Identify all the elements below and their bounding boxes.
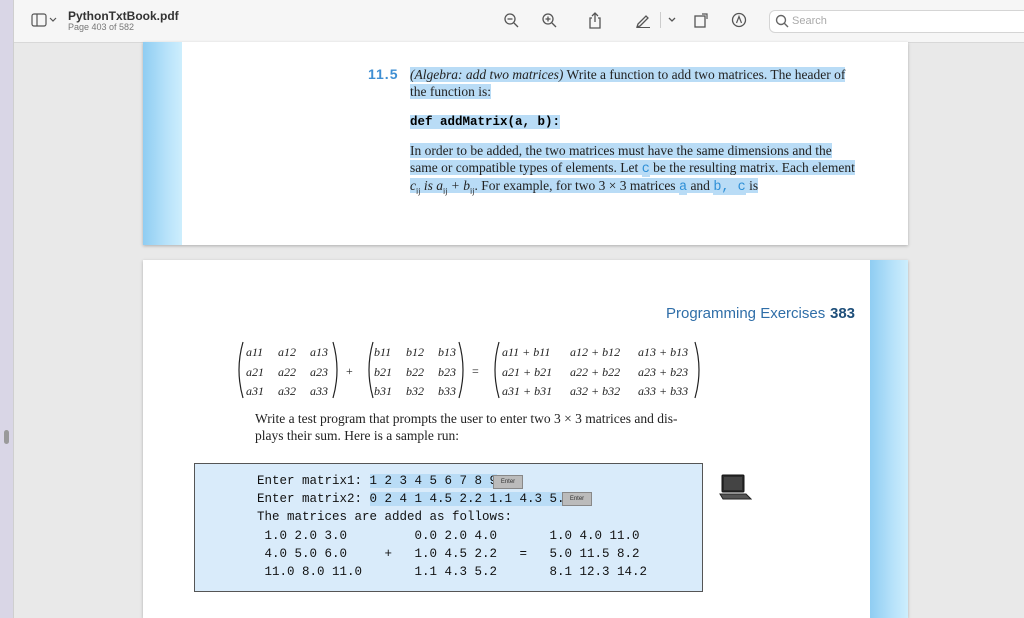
- plus-sign: +: [346, 364, 353, 378]
- exercise-paragraph-1: (Algebra: add two matrices) Write a func…: [410, 67, 860, 100]
- sidebar-edge: [0, 0, 14, 618]
- matrix-cell: b21: [374, 365, 392, 379]
- zoom-out-icon: [504, 13, 519, 28]
- matrix-cell: b31: [374, 384, 392, 398]
- matrix-cell: b11: [374, 345, 392, 359]
- matrix-cell: a13: [310, 345, 328, 359]
- paragraph-text: be the resulting matrix. Each element: [649, 159, 855, 175]
- matrix-cell: a33 + b33: [638, 384, 689, 398]
- run-line-3: The matrices are added as follows:: [257, 510, 513, 524]
- paragraph-text: . For example, for two 3 × 3 matrices: [474, 178, 679, 193]
- matrix-cell: b12: [406, 345, 424, 359]
- variable-c: c: [641, 161, 650, 177]
- matrix-cell: a12: [278, 345, 296, 359]
- matrix-cell: a22: [278, 365, 296, 379]
- page-indicator: Page 403 of 582: [68, 22, 135, 32]
- toolbar-divider: [659, 8, 661, 32]
- matrix-cell: a12 + b12: [570, 345, 621, 359]
- zoom-out-button[interactable]: [500, 8, 522, 32]
- matrix-cell: b13: [438, 345, 456, 359]
- matrix-cell: a23: [310, 365, 328, 379]
- exercise-paragraph-3: Write a test program that prompts the us…: [255, 411, 715, 444]
- matrix-cell: b32: [406, 384, 424, 398]
- paragraph-text: In order to be added, the two matrices m…: [410, 143, 832, 158]
- run-line-6: 11.0 8.0 11.0 1.1 4.3 5.2 8.1 12.3 14.2: [257, 565, 648, 579]
- enter-key-icon: Enter: [493, 475, 523, 489]
- matrix-cell: b22: [406, 365, 424, 379]
- prompt-text: Enter matrix1:: [257, 474, 370, 488]
- matrix-cell: a21 + b21: [502, 365, 553, 379]
- paragraph-text: same or compatible types of elements. Le…: [410, 159, 642, 175]
- rotate-icon: [694, 13, 708, 28]
- pen-icon: [635, 15, 650, 28]
- markup-button[interactable]: [632, 8, 654, 32]
- matrix-cell: a11 + b11: [502, 345, 551, 359]
- exercise-title: (Algebra: add two matrices): [410, 67, 564, 82]
- zoom-in-icon: [542, 13, 557, 28]
- page-number: 383: [830, 305, 856, 322]
- matrix-cell: a22 + b22: [570, 365, 621, 379]
- paragraph-text: plays their sum. Here is a sample run:: [255, 427, 459, 443]
- matrix-cell: a32 + b32: [570, 384, 621, 398]
- equals-sign: =: [472, 364, 479, 378]
- toolbar: PythonTxtBook.pdf Page 403 of 582 Search: [14, 0, 1024, 43]
- math-text: + b: [447, 178, 471, 193]
- matrix-cell: b23: [438, 365, 456, 379]
- code-text: def addMatrix(a, b):: [410, 115, 561, 129]
- page-margin-band: [143, 42, 182, 245]
- matrix-cell: a13 + b13: [638, 345, 689, 359]
- page-margin-band: [870, 260, 908, 618]
- paragraph-text: is: [745, 178, 759, 193]
- run-line-4: 1.0 2.0 3.0 0.0 2.0 4.0 1.0 4.0 11.0: [257, 529, 640, 543]
- rotate-button[interactable]: [690, 8, 712, 32]
- user-input: 1 2 3 4 5 6 7 8 9: [369, 474, 498, 488]
- matrix-cell: a23 + b23: [638, 365, 689, 379]
- matrix-cell: a32: [278, 384, 296, 398]
- paragraph-text: Write a test program that prompts the us…: [255, 411, 678, 426]
- paragraph-text: Write a function to add two matrices. Th…: [563, 67, 846, 82]
- matrix-cell: b33: [438, 384, 456, 398]
- markup-menu-button[interactable]: [665, 8, 679, 32]
- prompt-text: Enter matrix2:: [257, 492, 370, 506]
- math-text: is a: [420, 178, 443, 193]
- sidebar-icon: [31, 13, 57, 27]
- chevron-down-icon: [668, 17, 676, 22]
- share-icon: [589, 11, 601, 29]
- exercise-number: 11.5: [368, 66, 399, 82]
- annotate-button[interactable]: [728, 8, 750, 32]
- sample-run-box: Enter matrix1: 1 2 3 4 5 6 7 8 9 Enter E…: [194, 463, 703, 592]
- matrix-cell: a31 + b31: [502, 384, 553, 398]
- exercise-paragraph-2: In order to be added, the two matrices m…: [410, 143, 860, 200]
- paragraph-text: the function is:: [410, 83, 491, 99]
- variable-bc: b, c: [713, 180, 746, 195]
- variable-a: a: [678, 180, 688, 195]
- search-placeholder: Search: [792, 15, 827, 27]
- search-input[interactable]: Search: [769, 10, 1024, 33]
- run-line-5: 4.0 5.0 6.0 + 1.0 4.5 2.2 = 5.0 11.5 8.2: [257, 547, 640, 561]
- share-button[interactable]: [584, 8, 606, 32]
- document-title: PythonTxtBook.pdf: [68, 9, 179, 23]
- matrix-cell: a21: [246, 365, 264, 379]
- annotate-icon: [731, 12, 747, 28]
- matrix-cell: a33: [310, 384, 328, 398]
- paragraph-text: and: [687, 178, 714, 193]
- user-input: 0 2 4 1 4.5 2.2 1.1 4.3 5.2: [369, 492, 573, 506]
- code-header: def addMatrix(a, b):: [410, 114, 860, 131]
- zoom-in-button[interactable]: [538, 8, 560, 32]
- matrix-cell: a31: [246, 384, 264, 398]
- sidebar-toggle-button[interactable]: [28, 8, 60, 32]
- enter-key-icon: Enter: [562, 492, 592, 506]
- run-line-2: Enter matrix2: 0 2 4 1 4.5 2.2 1.1 4.3 5…: [257, 492, 573, 506]
- run-line-1: Enter matrix1: 1 2 3 4 5 6 7 8 9: [257, 474, 498, 488]
- section-header: Programming Exercises: [666, 305, 826, 322]
- matrix-cell: a11: [246, 345, 264, 359]
- search-icon: [775, 14, 789, 28]
- laptop-icon: [719, 474, 752, 500]
- scroll-handle[interactable]: [4, 430, 9, 444]
